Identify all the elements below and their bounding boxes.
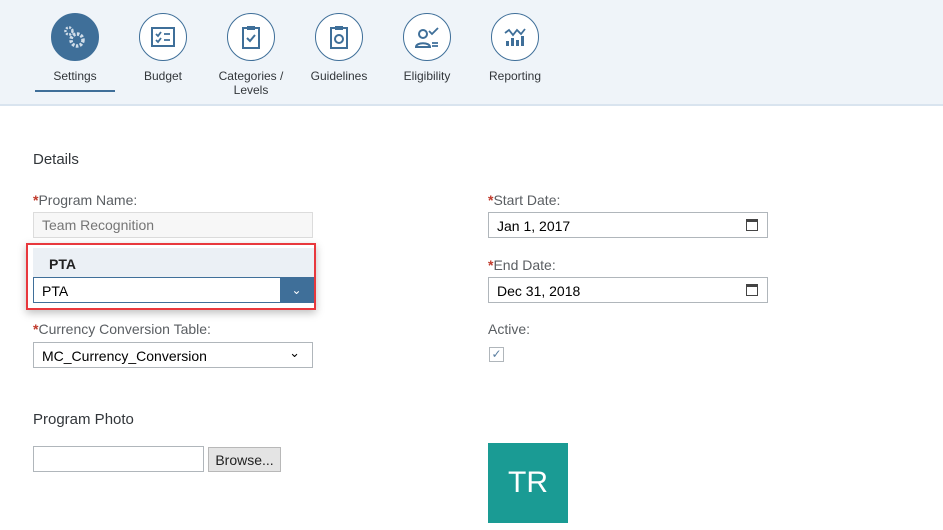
active-label: Active: bbox=[488, 321, 531, 337]
program-photo-heading: Program Photo bbox=[33, 411, 134, 428]
active-checkbox[interactable]: ✓ bbox=[489, 347, 504, 362]
tab-label: Budget bbox=[143, 69, 183, 83]
dropdown-value: PTA bbox=[42, 283, 69, 299]
calendar-icon[interactable] bbox=[746, 219, 758, 231]
chart-icon bbox=[491, 13, 539, 61]
dropdown-select[interactable]: PTA ⌄ bbox=[33, 277, 314, 303]
end-date-input[interactable]: Dec 31, 2018 bbox=[488, 277, 768, 303]
program-name-label: *Program Name: bbox=[33, 192, 138, 208]
tab-budget[interactable]: Budget bbox=[118, 13, 208, 83]
program-avatar: TR bbox=[488, 443, 568, 523]
program-nav: Settings Budget Categories / Levels Guid… bbox=[0, 0, 943, 106]
tab-label: Reporting bbox=[488, 69, 542, 83]
end-date-label: *End Date: bbox=[488, 257, 556, 273]
tab-categories-levels[interactable]: Categories / Levels bbox=[206, 13, 296, 97]
tab-guidelines[interactable]: Guidelines bbox=[294, 13, 384, 83]
chevron-down-icon[interactable]: ⌄ bbox=[280, 278, 313, 302]
currency-select[interactable]: MC_Currency_Conversion ⌄ bbox=[33, 342, 313, 368]
clipboard-check-icon bbox=[227, 13, 275, 61]
tab-label: Eligibility bbox=[403, 69, 451, 83]
details-heading: Details bbox=[33, 151, 79, 168]
tab-label: Guidelines bbox=[310, 69, 368, 83]
clipboard-target-icon bbox=[315, 13, 363, 61]
tab-settings[interactable]: Settings bbox=[30, 13, 120, 83]
browse-button[interactable]: Browse... bbox=[208, 447, 281, 472]
end-date-value: Dec 31, 2018 bbox=[497, 283, 581, 299]
currency-label: *Currency Conversion Table: bbox=[33, 321, 211, 337]
active-tab-indicator bbox=[35, 90, 115, 92]
calendar-icon[interactable] bbox=[746, 284, 758, 296]
photo-file-input[interactable] bbox=[33, 446, 204, 472]
person-check-icon bbox=[403, 13, 451, 61]
tab-label: Categories / Levels bbox=[218, 69, 284, 97]
dropdown-popup: PTA PTA ⌄ bbox=[26, 243, 316, 310]
start-date-input[interactable]: Jan 1, 2017 bbox=[488, 212, 768, 238]
start-date-label: *Start Date: bbox=[488, 192, 561, 208]
chevron-down-icon: ⌄ bbox=[289, 345, 300, 360]
dropdown-option[interactable]: PTA bbox=[33, 248, 314, 278]
start-date-value: Jan 1, 2017 bbox=[497, 218, 571, 234]
gears-icon bbox=[51, 13, 99, 61]
program-name-input[interactable] bbox=[33, 212, 313, 238]
currency-value: MC_Currency_Conversion bbox=[42, 348, 207, 364]
tab-reporting[interactable]: Reporting bbox=[470, 13, 560, 83]
tab-eligibility[interactable]: Eligibility bbox=[382, 13, 472, 83]
tab-label: Settings bbox=[53, 69, 97, 83]
checklist-icon bbox=[139, 13, 187, 61]
